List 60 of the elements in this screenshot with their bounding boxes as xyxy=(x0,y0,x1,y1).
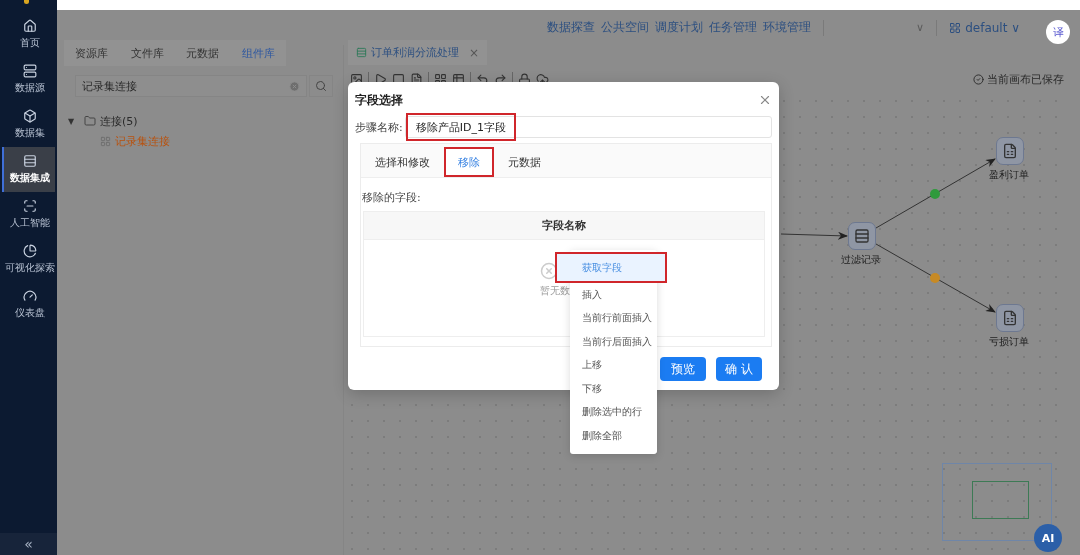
close-icon[interactable] xyxy=(758,93,772,107)
node-label: 过滤记录 xyxy=(841,253,881,267)
nav-icon xyxy=(22,199,37,213)
nav-icon xyxy=(22,109,37,123)
empty-icon xyxy=(540,262,558,280)
menu-item[interactable]: 获取字段 xyxy=(555,252,667,283)
nav-icon xyxy=(22,244,37,258)
sidebar-item[interactable]: 可视化探索 xyxy=(2,237,55,282)
sidebar-item[interactable]: 首页 xyxy=(2,12,55,57)
menu-item[interactable]: 删除全部 xyxy=(570,424,657,448)
connector-arrow xyxy=(780,231,848,240)
menu-item[interactable]: 上移 xyxy=(570,353,657,377)
search-field[interactable]: 记录集连接 xyxy=(75,75,307,97)
folder-icon xyxy=(84,115,96,127)
flow-node[interactable] xyxy=(848,222,876,250)
menu-item[interactable]: 下移 xyxy=(570,377,657,401)
menu-item[interactable]: 插入 xyxy=(570,283,657,307)
save-status: 当前画布已保存 xyxy=(973,71,1064,87)
confirm-button[interactable]: 确 认 xyxy=(716,357,762,381)
panel-tab[interactable]: 元数据 xyxy=(175,40,231,66)
menu-item[interactable]: 删除选中的行 xyxy=(570,400,657,424)
spreadsheet-icon xyxy=(1002,143,1018,159)
grid-icon xyxy=(949,21,962,34)
node-label: 亏损订单 xyxy=(989,335,1029,349)
menu-item[interactable]: 当前行后面插入 xyxy=(570,330,657,354)
tree-item[interactable]: 连接(5) xyxy=(100,113,138,129)
search-icon xyxy=(315,80,327,92)
empty-text: 暂无数 xyxy=(540,284,570,298)
sidebar-item[interactable]: 仪表盘 xyxy=(2,282,55,327)
section-label: 移除的字段: xyxy=(362,190,422,205)
component-icon xyxy=(100,135,111,147)
expand-toggle[interactable]: ▼ xyxy=(68,116,76,126)
dialog-tab[interactable]: 元数据 xyxy=(494,147,555,177)
dialog-title: 字段选择 xyxy=(355,91,403,109)
panel-tab[interactable]: 资源库 xyxy=(64,40,120,66)
nav-icon xyxy=(22,154,37,168)
flow-node[interactable] xyxy=(996,137,1024,165)
sidebar-item[interactable]: 数据集成 xyxy=(2,147,55,192)
field-label: 步骤名称: xyxy=(355,119,403,135)
spreadsheet-icon xyxy=(1002,310,1018,326)
menu-item[interactable]: 当前行前面插入 xyxy=(570,306,657,330)
flow-icon xyxy=(356,47,367,58)
filter-icon xyxy=(854,228,870,244)
step-name-field[interactable]: 移除产品ID_1字段 xyxy=(404,116,772,138)
preview-button[interactable]: 预览 xyxy=(660,357,706,381)
column-header: 字段名称 xyxy=(364,212,764,240)
node-label: 盈利订单 xyxy=(989,168,1029,182)
sidebar-item[interactable]: 人工智能 xyxy=(2,192,55,237)
panel-tab[interactable]: 文件库 xyxy=(119,40,175,66)
collapse-button[interactable]: « xyxy=(0,533,57,555)
logo-icon xyxy=(24,0,29,4)
sidebar-item[interactable]: 数据集 xyxy=(2,102,55,147)
sidebar-item[interactable]: 数据源 xyxy=(2,57,55,102)
nav-icon xyxy=(22,64,37,78)
flow-node[interactable] xyxy=(996,304,1024,332)
nav-icon xyxy=(22,19,37,33)
nav-icon xyxy=(22,289,37,303)
check-icon xyxy=(973,73,984,85)
dialog-tab[interactable]: 移除 xyxy=(444,147,494,177)
dialog-tab[interactable]: 选择和修改 xyxy=(361,147,444,177)
